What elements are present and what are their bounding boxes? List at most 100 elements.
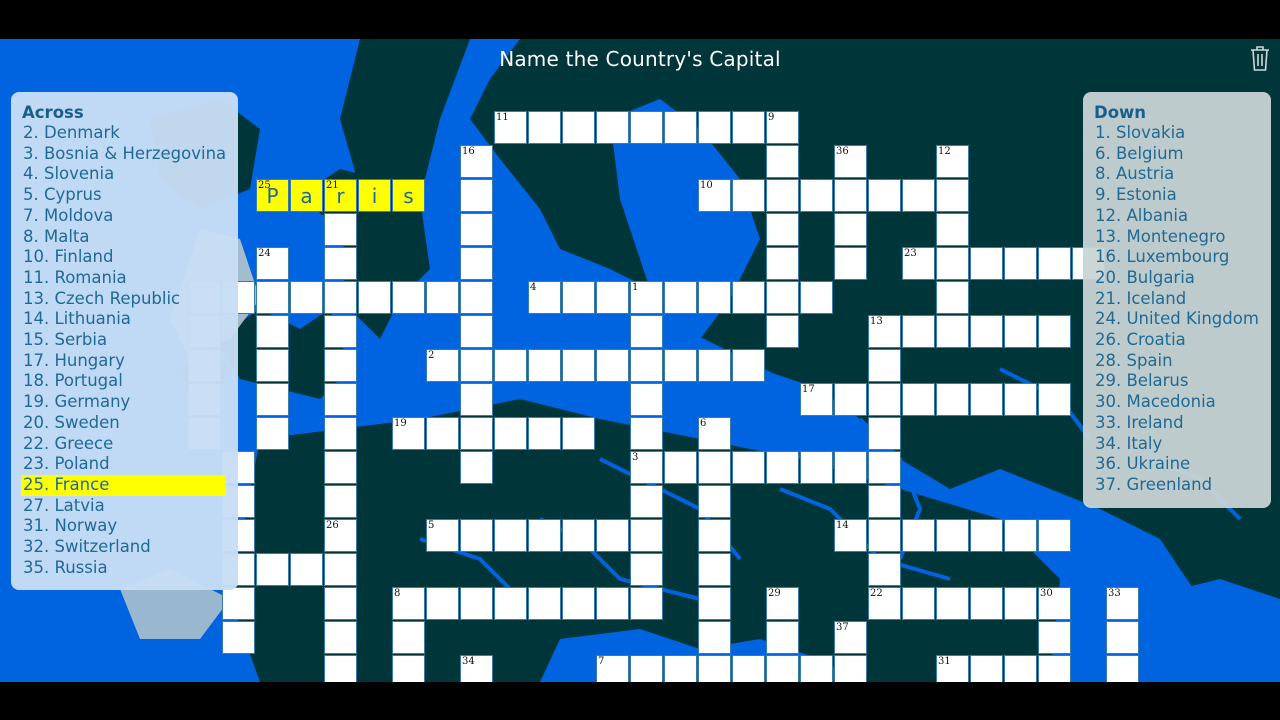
grid-cell[interactable]	[324, 247, 357, 280]
grid-cell[interactable]	[460, 247, 493, 280]
down-clue-8[interactable]: 8. Austria	[1094, 164, 1271, 185]
grid-cell[interactable]	[630, 315, 663, 348]
grid-cell[interactable]	[222, 587, 255, 620]
grid-cell[interactable]	[528, 417, 561, 450]
across-clue-15[interactable]: 15. Serbia	[22, 330, 238, 351]
grid-cell[interactable]	[766, 451, 799, 484]
grid-cell[interactable]: 11	[494, 111, 527, 144]
grid-cell[interactable]: 21 r	[324, 179, 357, 212]
grid-cell[interactable]	[290, 281, 323, 314]
grid-cell[interactable]	[834, 451, 867, 484]
grid-cell[interactable]	[324, 315, 357, 348]
grid-cell[interactable]: 37	[834, 621, 867, 654]
grid-cell[interactable]	[630, 519, 663, 552]
grid-cell[interactable]	[902, 179, 935, 212]
grid-cell[interactable]	[324, 451, 357, 484]
grid-cell[interactable]	[664, 655, 697, 682]
grid-cell[interactable]: a	[290, 179, 323, 212]
across-clue-20[interactable]: 20. Sweden	[22, 413, 238, 434]
grid-cell[interactable]	[562, 587, 595, 620]
grid-cell[interactable]	[528, 587, 561, 620]
grid-cell[interactable]	[494, 587, 527, 620]
across-clue-18[interactable]: 18. Portugal	[22, 371, 238, 392]
grid-cell[interactable]	[664, 281, 697, 314]
grid-cell[interactable]: 4	[528, 281, 561, 314]
grid-cell[interactable]	[596, 281, 629, 314]
grid-cell[interactable]	[324, 281, 357, 314]
grid-cell[interactable]: s	[392, 179, 425, 212]
across-clue-23[interactable]: 23. Poland	[22, 454, 238, 475]
grid-cell[interactable]	[868, 417, 901, 450]
grid-cell[interactable]: 17	[800, 383, 833, 416]
grid-cell[interactable]	[1004, 587, 1037, 620]
down-clue-6[interactable]: 6. Belgium	[1094, 144, 1271, 165]
grid-cell[interactable]	[1038, 383, 1071, 416]
grid-cell[interactable]	[324, 655, 357, 682]
grid-cell[interactable]	[868, 485, 901, 518]
grid-cell[interactable]	[630, 655, 663, 682]
grid-cell[interactable]	[732, 349, 765, 382]
across-clue-19[interactable]: 19. Germany	[22, 392, 238, 413]
grid-cell[interactable]	[290, 553, 323, 586]
grid-cell[interactable]	[766, 315, 799, 348]
grid-cell[interactable]	[358, 281, 391, 314]
grid-cell[interactable]	[970, 655, 1003, 682]
grid-cell[interactable]	[800, 451, 833, 484]
grid-cell[interactable]	[868, 383, 901, 416]
grid-cell[interactable]	[834, 247, 867, 280]
across-clue-14[interactable]: 14. Lithuania	[22, 309, 238, 330]
grid-cell[interactable]	[698, 349, 731, 382]
grid-cell[interactable]	[970, 315, 1003, 348]
grid-cell[interactable]	[766, 179, 799, 212]
grid-cell[interactable]	[324, 621, 357, 654]
grid-cell[interactable]	[800, 655, 833, 682]
grid-cell[interactable]	[1038, 247, 1071, 280]
grid-cell[interactable]	[562, 349, 595, 382]
down-clue-26[interactable]: 26. Croatia	[1094, 330, 1271, 351]
down-clue-13[interactable]: 13. Montenegro	[1094, 227, 1271, 248]
grid-cell[interactable]	[800, 179, 833, 212]
grid-cell[interactable]	[902, 383, 935, 416]
across-clue-3[interactable]: 3. Bosnia & Herzegovina	[22, 144, 238, 165]
grid-cell[interactable]	[936, 519, 969, 552]
grid-cell[interactable]: 24	[256, 247, 289, 280]
grid-cell[interactable]	[1004, 383, 1037, 416]
grid-cell[interactable]	[766, 247, 799, 280]
grid-cell[interactable]: 9	[766, 111, 799, 144]
grid-cell[interactable]	[902, 587, 935, 620]
grid-cell[interactable]: 25 P	[256, 179, 289, 212]
grid-cell[interactable]	[1106, 621, 1139, 654]
grid-cell[interactable]	[562, 519, 595, 552]
grid-cell[interactable]	[970, 247, 1003, 280]
grid-cell[interactable]	[732, 281, 765, 314]
grid-cell[interactable]: 31	[936, 655, 969, 682]
grid-cell[interactable]	[698, 281, 731, 314]
grid-cell[interactable]	[562, 111, 595, 144]
grid-cell[interactable]	[970, 587, 1003, 620]
grid-cell[interactable]	[528, 519, 561, 552]
across-clue-7[interactable]: 7. Moldova	[22, 206, 238, 227]
grid-cell[interactable]	[426, 417, 459, 450]
down-clue-36[interactable]: 36. Ukraine	[1094, 454, 1271, 475]
grid-cell[interactable]	[324, 213, 357, 246]
grid-cell[interactable]	[868, 519, 901, 552]
grid-cell[interactable]	[732, 655, 765, 682]
grid-cell[interactable]	[256, 315, 289, 348]
grid-cell[interactable]: 12	[936, 145, 969, 178]
grid-cell[interactable]	[460, 213, 493, 246]
grid-cell[interactable]	[1004, 519, 1037, 552]
grid-cell[interactable]	[1004, 315, 1037, 348]
grid-cell[interactable]	[460, 383, 493, 416]
down-clue-9[interactable]: 9. Estonia	[1094, 185, 1271, 206]
down-clue-29[interactable]: 29. Belarus	[1094, 371, 1271, 392]
grid-cell[interactable]	[698, 519, 731, 552]
grid-cell[interactable]	[936, 281, 969, 314]
across-clue-10[interactable]: 10. Finland	[22, 247, 238, 268]
grid-cell[interactable]: 10	[698, 179, 731, 212]
grid-cell[interactable]	[460, 519, 493, 552]
grid-cell[interactable]	[494, 519, 527, 552]
across-clue-4[interactable]: 4. Slovenia	[22, 164, 238, 185]
across-clue-2[interactable]: 2. Denmark	[22, 123, 238, 144]
down-clue-21[interactable]: 21. Iceland	[1094, 289, 1271, 310]
grid-cell[interactable]	[562, 281, 595, 314]
